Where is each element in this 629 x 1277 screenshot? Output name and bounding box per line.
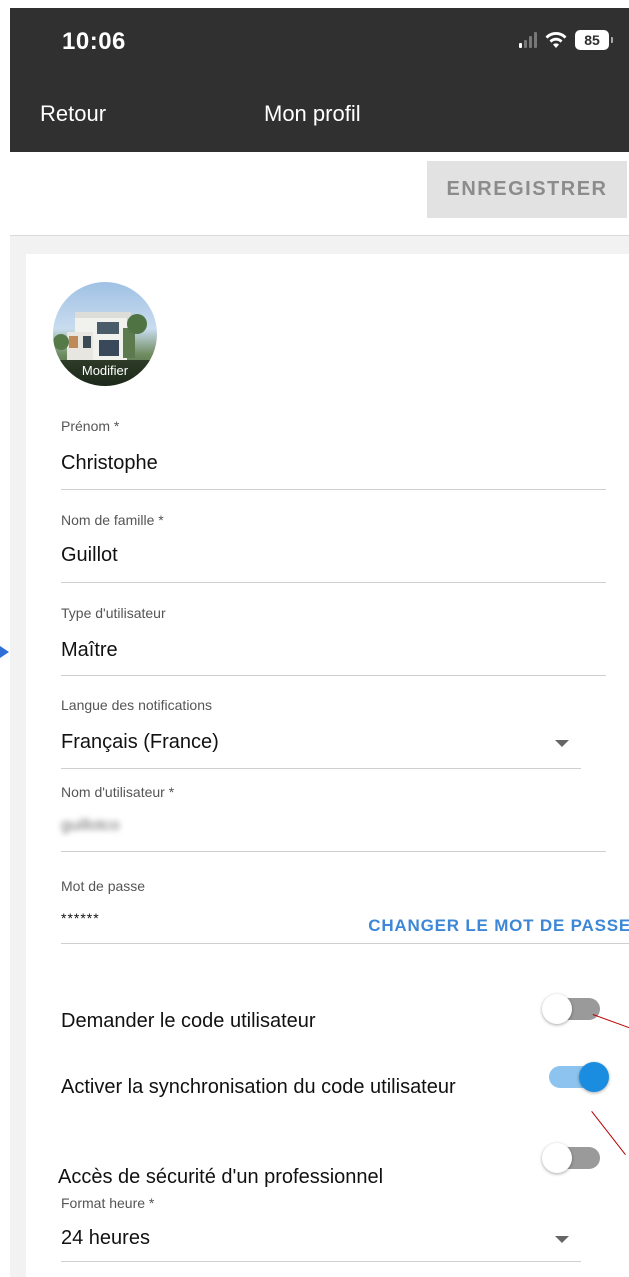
notification-language-value: Français (France) [61, 731, 219, 753]
sync-user-code-row: Activer la synchronisation du code utili… [61, 1062, 629, 1102]
toolbar: ENREGISTRER [10, 152, 629, 236]
username-field[interactable]: Nom d'utilisateur * guillotco [61, 784, 606, 852]
last-name-field[interactable]: Nom de famille * Guillot [61, 512, 606, 583]
change-password-link[interactable]: CHANGER LE MOT DE PASSE [368, 916, 629, 936]
notification-language-label: Langue des notifications [61, 697, 212, 713]
ask-user-code-toggle[interactable] [542, 994, 600, 1024]
pro-security-access-toggle[interactable] [542, 1143, 600, 1173]
status-bar: 10:06 85 [10, 8, 629, 74]
nav-bar: Retour Mon profil [10, 74, 629, 152]
time-format-label: Format heure * [61, 1195, 155, 1211]
avatar[interactable]: Modifier [53, 282, 157, 386]
ask-user-code-label: Demander le code utilisateur [61, 1010, 316, 1032]
back-button[interactable]: Retour [40, 101, 106, 127]
first-name-label: Prénom * [61, 418, 120, 434]
last-name-input[interactable]: Guillot [61, 544, 118, 567]
username-input[interactable]: guillotco [61, 817, 120, 835]
user-type-label: Type d'utilisateur [61, 605, 166, 621]
status-icons: 85 [519, 30, 613, 50]
user-type-value: Maître [61, 639, 118, 661]
username-label: Nom d'utilisateur * [61, 784, 175, 800]
chevron-down-icon[interactable] [555, 1236, 569, 1243]
battery-icon: 85 [575, 30, 613, 50]
cellular-signal-icon [519, 32, 537, 48]
phone-screen: 10:06 85 Retour Mon profil ENREGISTRER M… [10, 8, 629, 1277]
page-title: Mon profil [264, 101, 361, 126]
user-type-field: Type d'utilisateur Maître [61, 605, 606, 676]
first-name-field[interactable]: Prénom * Christophe [61, 418, 606, 490]
pro-security-access-label: Accès de sécurité d'un professionnel [58, 1166, 384, 1188]
password-field: Mot de passe ****** CHANGER LE MOT DE PA… [61, 878, 629, 944]
toggle-knob [542, 994, 572, 1024]
first-name-input[interactable]: Christophe [61, 452, 158, 475]
ask-user-code-row: Demander le code utilisateur [61, 994, 629, 1038]
toggle-knob [542, 1143, 572, 1173]
status-time: 10:06 [62, 28, 126, 55]
notification-language-select[interactable]: Langue des notifications Français (Franc… [61, 697, 581, 769]
sync-user-code-toggle[interactable] [549, 1062, 609, 1092]
time-format-select[interactable]: Format heure * 24 heures [61, 1195, 581, 1262]
sync-user-code-label: Activer la synchronisation du code utili… [61, 1076, 456, 1098]
password-value: ****** [61, 910, 100, 926]
annotation-arrow-icon [0, 646, 9, 658]
wifi-icon [545, 32, 567, 48]
pro-security-access-row: Accès de sécurité d'un professionnel [58, 1098, 629, 1188]
time-format-value: 24 heures [61, 1227, 150, 1249]
save-button[interactable]: ENREGISTRER [427, 161, 627, 218]
last-name-label: Nom de famille * [61, 512, 164, 528]
password-label: Mot de passe [61, 878, 146, 894]
chevron-down-icon[interactable] [555, 740, 569, 747]
avatar-edit-label[interactable]: Modifier [53, 360, 157, 386]
profile-card: Modifier Prénom * Christophe Nom de fami… [26, 254, 629, 1277]
toggle-knob [579, 1062, 609, 1092]
